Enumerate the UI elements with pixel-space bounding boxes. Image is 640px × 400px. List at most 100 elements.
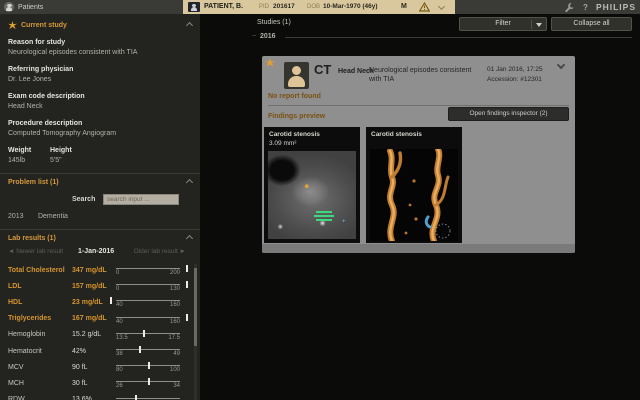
slider-track xyxy=(116,349,180,350)
slider-track xyxy=(116,317,180,318)
year-label: 2016 xyxy=(260,33,276,40)
slider-min-label: 40 xyxy=(116,302,123,308)
lab-value: 347 mg/dL xyxy=(72,267,114,274)
annotation-line xyxy=(314,215,334,217)
slider-min-label: 26 xyxy=(116,383,123,389)
collapse-problem-list-icon[interactable] xyxy=(186,179,193,186)
patients-icon xyxy=(4,2,14,12)
lab-range-slider: 2634 xyxy=(114,376,192,390)
wrench-icon[interactable] xyxy=(564,2,575,13)
crosshair-icon: + xyxy=(342,219,348,225)
slider-max-label: 17.5 xyxy=(168,335,180,341)
slider-marker xyxy=(186,314,188,321)
year-divider-line xyxy=(285,37,632,38)
pid-label: PID xyxy=(259,4,269,10)
lab-range-slider: 0 200 xyxy=(114,263,192,277)
star-icon xyxy=(265,58,275,68)
warning-icon xyxy=(419,2,430,12)
collapse-all-button[interactable]: Collapse all xyxy=(551,17,632,31)
card-footer-strip xyxy=(262,244,575,253)
lab-name: HDL xyxy=(8,299,72,306)
collapse-lab-results-icon[interactable] xyxy=(186,235,193,242)
lab-rows: Total Cholesterol347 mg/dL0200LDL157 mg/… xyxy=(0,262,192,400)
slider-max-label: 200 xyxy=(170,270,180,276)
study-avatar-icon xyxy=(284,62,309,89)
collapse-current-study-icon[interactable] xyxy=(186,22,193,29)
slider-marker xyxy=(143,330,145,337)
patient-name: PATIENT, B. xyxy=(204,3,243,10)
lab-date-nav: ◄ Newer lab result 1-Jan-2016 Older lab … xyxy=(0,248,200,260)
older-lab-result-button[interactable]: Older lab result ► xyxy=(134,248,186,255)
lab-range-slider: 40 160 xyxy=(114,295,192,309)
slider-marker xyxy=(186,281,188,288)
top-bar: Patients PATIENT, B. PID 201617 DOB 10-M… xyxy=(0,0,640,14)
dob-label: DOB xyxy=(307,4,320,10)
patient-sidebar: Current study Reason for study Neurologi… xyxy=(0,14,200,400)
newer-lab-result-button[interactable]: ◄ Newer lab result xyxy=(8,248,63,255)
lab-range-slider: 80100 xyxy=(114,360,192,374)
filter-button[interactable]: Filter xyxy=(459,17,547,31)
lab-value: 30 fL xyxy=(72,380,114,387)
ct-axial-image: + xyxy=(268,151,356,239)
slider-max-label: 160 xyxy=(170,302,180,308)
current-study-header: Current study xyxy=(0,18,200,32)
year-group-row: − 2016 xyxy=(252,33,634,43)
study-modality: CT xyxy=(314,62,331,77)
problem-year: 2013 xyxy=(8,213,36,220)
nav-patients-button[interactable]: Patients xyxy=(4,1,43,13)
top-right-tools: ? PHILIPS xyxy=(564,0,636,14)
lab-row: MCV90 fL80100 xyxy=(0,359,192,375)
field-label: Exam code description xyxy=(8,93,85,100)
open-findings-inspector-button[interactable]: Open findings inspector (2) xyxy=(448,107,569,121)
lab-name: Hematocrit xyxy=(8,348,72,355)
finding-thumbnail-3d-vessels[interactable]: Carotid stenosis xyxy=(366,127,462,243)
lab-results-header: Lab results (1) xyxy=(0,231,200,245)
lab-range-slider: 13.517.5 xyxy=(114,328,192,342)
lab-name: RDW xyxy=(8,396,72,400)
problem-list-item[interactable]: 2013 Dementia xyxy=(8,213,68,220)
patient-banner: PATIENT, B. PID 201617 DOB 10-Mar-1970 (… xyxy=(183,0,455,14)
search-input[interactable] xyxy=(103,194,179,205)
findings-preview-label: Findings preview xyxy=(268,113,325,120)
lab-value: 90 fL xyxy=(72,364,114,371)
lab-value: 13.6% xyxy=(72,396,114,400)
problem-name: Dementia xyxy=(38,213,68,220)
slider-max-label: 49 xyxy=(173,351,180,357)
lab-name: MCH xyxy=(8,380,72,387)
finding-thumbnail-ct-slice[interactable]: Carotid stenosis 3.09 mm² + xyxy=(264,127,360,243)
lab-row: Hemoglobin15.2 g/dL13.517.5 xyxy=(0,327,192,343)
slider-track xyxy=(116,333,180,334)
banner-chevron-down-icon[interactable] xyxy=(438,3,445,10)
problem-list-title: Problem list (1) xyxy=(8,179,59,186)
help-icon[interactable]: ? xyxy=(583,3,588,12)
study-collapse-chevron-icon[interactable] xyxy=(557,61,565,69)
slider-max-label: 160 xyxy=(170,319,180,325)
lab-row: LDL157 mg/dL0130 xyxy=(0,278,192,294)
year-collapse-icon[interactable]: − xyxy=(252,33,256,40)
studies-title: Studies (1) xyxy=(257,19,291,26)
card-divider xyxy=(268,105,569,106)
lab-row: Hematocrit42%3849 xyxy=(0,343,192,359)
slider-track xyxy=(116,300,180,301)
studies-panel: Studies (1) Filter Collapse all − 2016 C… xyxy=(200,14,640,400)
divider xyxy=(0,173,200,174)
height-value: 5'5" xyxy=(50,157,62,164)
field-value: Head Neck xyxy=(8,103,43,110)
slider-min-label: 80 xyxy=(116,367,123,373)
lab-result-date: 1-Jan-2016 xyxy=(78,248,114,255)
avatar-head xyxy=(292,66,301,75)
field-value: Neurological episodes consistent with TI… xyxy=(8,49,137,56)
field-label: Procedure description xyxy=(8,120,82,127)
lab-range-slider: 0130 xyxy=(114,279,192,293)
thumbnail-title: Carotid stenosis xyxy=(371,131,422,138)
lab-value: 157 mg/dL xyxy=(72,283,114,290)
slider-min-label: 38 xyxy=(116,351,123,357)
filter-label: Filter xyxy=(495,20,511,27)
slider-min-label: 0 xyxy=(116,270,119,276)
lab-row: Total Cholesterol347 mg/dL0200 xyxy=(0,262,192,278)
lab-scrollbar-thumb[interactable] xyxy=(194,268,197,346)
slider-marker xyxy=(135,395,137,400)
current-study-title: Current study xyxy=(21,22,67,29)
field-label: Referring physician xyxy=(8,66,73,73)
slider-track xyxy=(116,398,180,399)
